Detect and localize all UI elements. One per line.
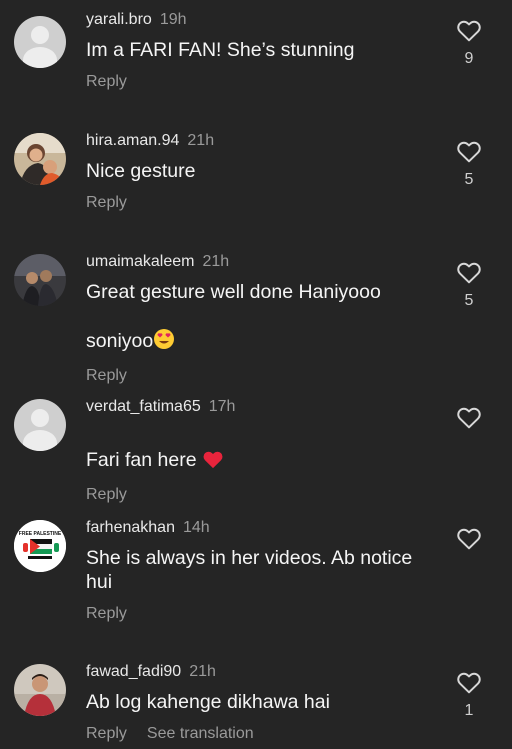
comment-text: Im a FARI FAN! She’s stunning	[86, 39, 355, 61]
heart-outline-icon	[457, 528, 481, 550]
username[interactable]: farhenakhan	[86, 519, 175, 536]
avatar-caption: FREE PALESTINE	[19, 531, 62, 537]
username[interactable]: hira.aman.94	[86, 132, 179, 149]
comment-meta: yarali.bro 19h	[86, 10, 442, 30]
like-button[interactable]: 1	[453, 670, 485, 720]
heart-eyes-emoji	[153, 304, 175, 356]
like-count: 5	[464, 292, 474, 309]
heart-outline-icon	[457, 262, 481, 284]
username[interactable]: verdat_fatima65	[86, 398, 201, 415]
timestamp: 14h	[182, 519, 210, 536]
timestamp: 21h	[189, 663, 216, 680]
like-button[interactable]: 5	[453, 139, 485, 189]
heart-outline-icon	[457, 407, 481, 429]
red-heart-emoji	[202, 425, 224, 475]
heart-outline-icon	[457, 20, 481, 42]
default-avatar[interactable]	[14, 16, 66, 68]
photo-avatar[interactable]	[14, 133, 66, 185]
username[interactable]: yarali.bro	[86, 11, 152, 28]
username[interactable]: fawad_fadi90	[86, 663, 181, 680]
like-count: 9	[464, 50, 474, 67]
comment-text: She is always in her videos. Ab notice h…	[86, 547, 413, 593]
photo-avatar[interactable]	[14, 254, 66, 306]
username[interactable]: umaimakaleem	[86, 253, 194, 270]
like-count: 1	[464, 702, 474, 719]
heart-outline-icon	[457, 672, 481, 694]
comment-text: Fari fan here	[86, 425, 442, 475]
timestamp: 21h	[187, 132, 215, 149]
comment-text: Nice gesture	[86, 160, 196, 182]
comment-text: Great gesture well done Haniyooo soniyoo	[86, 280, 442, 356]
reply-button[interactable]: Reply	[86, 724, 127, 744]
like-button[interactable]: 9	[453, 18, 485, 68]
reply-button[interactable]: Reply	[86, 485, 127, 505]
comments-list: yarali.bro 19h Im a FARI FAN! She’s stunn…	[0, 0, 512, 749]
timestamp: 21h	[202, 253, 230, 270]
like-button[interactable]	[453, 405, 485, 437]
free-palestine-avatar[interactable]: FREE PALESTINE	[14, 520, 66, 572]
reply-button[interactable]: Reply	[86, 604, 127, 624]
comment-text: Ab log kahenge dikhawa hai	[86, 691, 330, 713]
timestamp: 19h	[159, 11, 187, 28]
reply-button[interactable]: Reply	[86, 72, 127, 92]
photo-avatar[interactable]	[14, 664, 66, 716]
like-count: 5	[464, 171, 474, 188]
heart-outline-icon	[457, 141, 481, 163]
reply-button[interactable]: Reply	[86, 193, 127, 213]
like-button[interactable]: 5	[453, 260, 485, 310]
default-avatar[interactable]	[14, 399, 66, 451]
see-translation-button[interactable]: See translation	[147, 724, 254, 744]
timestamp: 17h	[208, 398, 236, 415]
like-button[interactable]	[453, 526, 485, 558]
reply-button[interactable]: Reply	[86, 366, 127, 386]
